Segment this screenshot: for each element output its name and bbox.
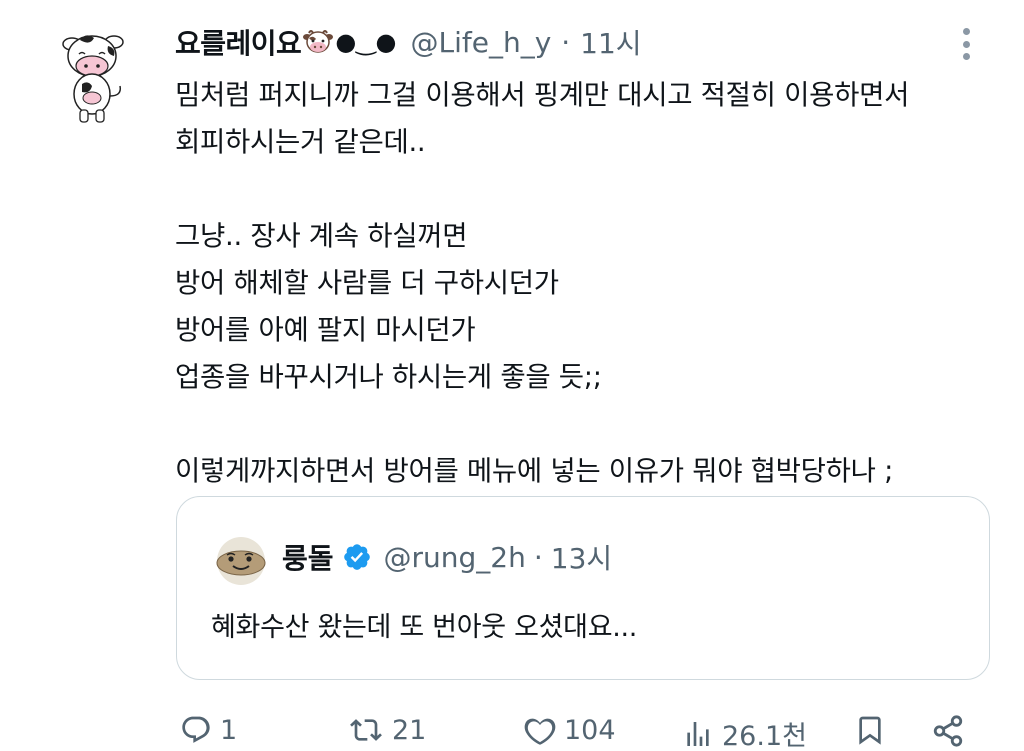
- retweet-button[interactable]: 21: [346, 714, 426, 746]
- author-handle[interactable]: @Life_h_y: [410, 26, 551, 59]
- retweet-icon: [350, 719, 382, 741]
- separator-dot: ·: [561, 25, 571, 59]
- views-count: 26.1천: [722, 721, 807, 751]
- like-button[interactable]: 104: [522, 714, 616, 746]
- tweet-line: 그냥.. 장사 계속 하실꺼면: [175, 220, 468, 252]
- quoted-author-name[interactable]: 룽돌: [282, 537, 334, 577]
- views-icon: [687, 721, 709, 746]
- tweet-line: 밈처럼 퍼지니까 그걸 이용해서 핑계만 대시고 적절히 이용하면서: [175, 79, 910, 111]
- author-display-name[interactable]: 요를레이요: [175, 22, 302, 62]
- tweet-body: 밈처럼 퍼지니까 그걸 이용해서 핑계만 대시고 적절히 이용하면서 회피하시는…: [175, 72, 975, 495]
- reply-button[interactable]: 1: [178, 714, 237, 746]
- cow-avatar-icon: [62, 35, 124, 123]
- bookmark-icon: [859, 716, 881, 745]
- more-icon[interactable]: [954, 24, 978, 64]
- tweet-action-bar: 1 21 104 26.1천: [0, 708, 1024, 751]
- tweet-header: 요를레이요 ●‿● @Life_h_y · 11시: [175, 22, 642, 62]
- verified-badge-icon: [343, 544, 370, 570]
- quoted-tweet-header: 룽돌 @rung_2h · 13시: [282, 537, 612, 577]
- author-avatar[interactable]: [52, 26, 132, 126]
- tweet-line: 방어를 아예 팔지 마시던가: [175, 314, 476, 346]
- tweet-line: 회피하시는거 같은데..: [175, 126, 426, 158]
- retweet-count: 21: [392, 714, 427, 746]
- quoted-tweet-card[interactable]: 룽돌 @rung_2h · 13시 혜화수산 왔는데 또 번아웃 오셨대요...: [176, 496, 990, 680]
- quoted-tweet-text: 혜화수산 왔는데 또 번아웃 오셨대요...: [211, 612, 638, 643]
- tweet-line: 업종을 바꾸시거나 하시는게 좋을 듯;;: [175, 361, 602, 393]
- quoted-author-avatar[interactable]: [213, 537, 269, 585]
- share-button[interactable]: [928, 714, 968, 748]
- stone-avatar-icon: [216, 537, 266, 585]
- name-emoji-text: ●‿●: [335, 28, 397, 56]
- quoted-author-handle[interactable]: @rung_2h: [384, 541, 526, 574]
- reply-count: 1: [220, 714, 238, 746]
- share-icon: [933, 715, 963, 747]
- like-icon: [524, 718, 556, 745]
- tweet-timestamp[interactable]: 11시: [580, 22, 641, 62]
- cow-emoji-icon: [303, 30, 334, 53]
- reply-icon: [182, 716, 210, 743]
- separator-dot: ·: [533, 540, 543, 574]
- tweet-line: 이렇게까지하면서 방어를 메뉴에 넣는 이유가 뭐야 협박당하나 ;: [175, 455, 894, 487]
- like-count: 104: [564, 714, 616, 746]
- bookmark-button[interactable]: [854, 714, 886, 746]
- views-button[interactable]: 26.1천: [680, 714, 807, 751]
- quoted-tweet-timestamp[interactable]: 13시: [551, 537, 612, 577]
- tweet-line: 방어 해체할 사람를 더 구하시던가: [175, 267, 559, 299]
- name-emoji-group: ●‿●: [303, 28, 396, 56]
